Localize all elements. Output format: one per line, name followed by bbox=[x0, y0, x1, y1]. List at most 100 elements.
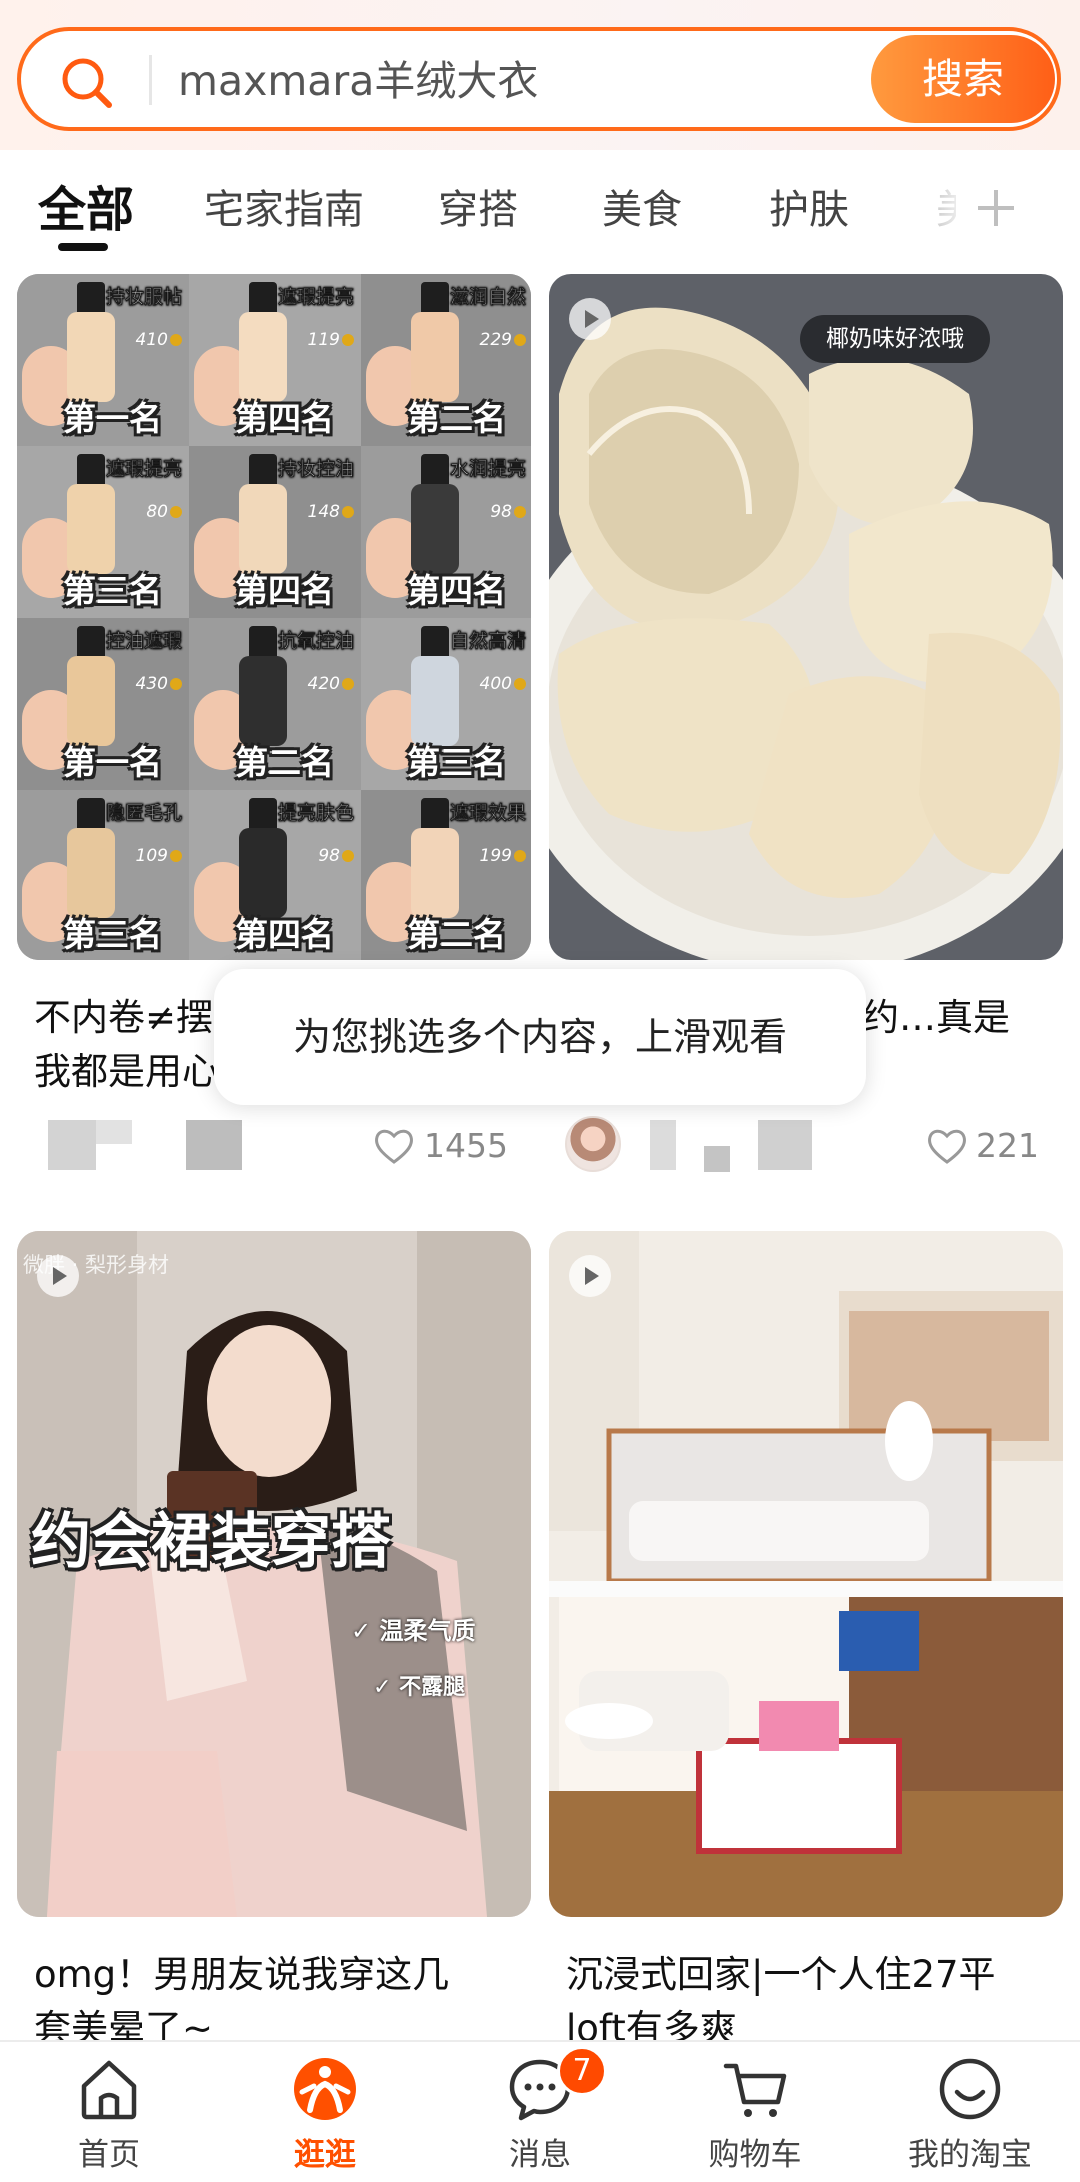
foundation-bottle bbox=[239, 484, 287, 574]
foundation-cell: 持妆控油 148 第四名 bbox=[189, 446, 362, 618]
card-title[interactable]: omg！男朋友说我穿这几 bbox=[34, 1948, 524, 2002]
price: 410 bbox=[135, 330, 168, 350]
feature-tag: 持妆服帖 bbox=[105, 286, 182, 308]
card-title[interactable]: 不内卷≠摆 bbox=[34, 991, 214, 1045]
date-outfit-image[interactable]: 微胖 · 梨形身材 约会裙装穿搭 ✓ 温柔气质 ✓ 不露腿 bbox=[17, 1231, 531, 1917]
tab-home-guide[interactable]: 宅家指南 bbox=[204, 180, 364, 240]
price: 109 bbox=[135, 846, 168, 866]
tab-all[interactable]: 全部 bbox=[38, 180, 134, 240]
price: 229 bbox=[479, 330, 512, 350]
nav-home[interactable]: 首页 bbox=[24, 2042, 194, 2182]
foundation-cell: 抗氧控油 420 第二名 bbox=[189, 618, 362, 790]
bottle-cap bbox=[421, 798, 449, 832]
search-bar[interactable]: maxmara羊绒大衣 搜索 bbox=[17, 27, 1061, 131]
check-item-gentle: ✓ 温柔气质 bbox=[351, 1617, 476, 1645]
add-tab-icon[interactable] bbox=[966, 178, 1026, 238]
price: 148 bbox=[307, 502, 340, 522]
price: 98 bbox=[490, 502, 512, 522]
coin-icon bbox=[342, 506, 354, 518]
coconut-rice-image[interactable]: 椰奶味好浓哦 bbox=[549, 274, 1063, 960]
price: 400 bbox=[479, 674, 512, 694]
coin-icon bbox=[514, 334, 526, 346]
bottom-nav: 首页 逛逛 7 消息 购物车 我的淘宝 bbox=[0, 2040, 1080, 2182]
bottle-cap bbox=[421, 626, 449, 660]
video-play-icon bbox=[569, 1255, 611, 1297]
bottle-cap bbox=[421, 454, 449, 488]
foundation-cell: 遮瑕提亮 119 第四名 bbox=[189, 274, 362, 446]
check-item-no-legs: ✓ 不露腿 bbox=[373, 1675, 466, 1700]
feature-tag: 水润提亮 bbox=[449, 458, 526, 480]
rank-label: 第二名 bbox=[407, 399, 506, 438]
foundation-cell: 控油遮瑕 430 第一名 bbox=[17, 618, 190, 790]
search-button[interactable]: 搜索 bbox=[871, 35, 1055, 123]
heart-icon[interactable] bbox=[926, 1126, 968, 1166]
author-name-blurred bbox=[186, 1120, 242, 1170]
card-title[interactable]: 沉浸式回家|一个人住27平 bbox=[566, 1948, 1056, 2002]
coin-icon bbox=[342, 850, 354, 862]
foundation-bottle bbox=[411, 656, 459, 746]
rank-label: 第一名 bbox=[63, 399, 162, 438]
author-name-blurred bbox=[96, 1120, 132, 1144]
feature-tag: 遮瑕效果 bbox=[449, 802, 526, 824]
foundation-cell: 遮瑕提亮 80 第三名 bbox=[17, 446, 190, 618]
author-name-blurred bbox=[758, 1120, 812, 1170]
rank-label: 第四名 bbox=[235, 915, 334, 954]
nav-label: 我的淘宝 bbox=[908, 2137, 1032, 2173]
coin-icon bbox=[514, 850, 526, 862]
feature-tag: 遮瑕提亮 bbox=[277, 286, 354, 308]
rank-label: 第二名 bbox=[407, 915, 506, 954]
feature-tag: 抗氧控油 bbox=[277, 630, 354, 652]
video-play-icon bbox=[37, 1255, 79, 1297]
foundation-bottle bbox=[67, 484, 115, 574]
guangguang-icon bbox=[294, 2058, 356, 2120]
nav-cart[interactable]: 购物车 bbox=[670, 2042, 840, 2182]
foundation-cell: 自然高清 400 第三名 bbox=[361, 618, 531, 790]
feature-tag: 滋润自然 bbox=[449, 286, 526, 308]
active-tab-indicator bbox=[58, 243, 108, 251]
bottle-cap bbox=[77, 798, 105, 832]
foundation-cell: 持妆服帖 410 第一名 bbox=[17, 274, 190, 446]
card-title-line2[interactable]: 我都是用心 bbox=[34, 1045, 214, 1099]
feature-tag: 控油遮瑕 bbox=[105, 630, 182, 652]
card-title[interactable]: 约…真是 bbox=[862, 991, 1062, 1045]
loft-room-image[interactable] bbox=[549, 1231, 1063, 1917]
foundation-bottle bbox=[239, 656, 287, 746]
heart-icon[interactable] bbox=[373, 1126, 415, 1166]
card-title-line2[interactable]: loft有多爽 bbox=[566, 2002, 1056, 2040]
foundation-bottle bbox=[411, 484, 459, 574]
tab-outfit[interactable]: 穿搭 bbox=[438, 180, 518, 240]
bottle-cap bbox=[249, 626, 277, 660]
price: 420 bbox=[307, 674, 340, 694]
coin-icon bbox=[170, 678, 182, 690]
unread-badge: 7 bbox=[557, 2046, 607, 2096]
rank-label: 第四名 bbox=[407, 571, 506, 610]
nav-label: 消息 bbox=[509, 2137, 571, 2173]
nav-messages[interactable]: 7 消息 bbox=[455, 2042, 625, 2182]
tab-skincare[interactable]: 护肤 bbox=[769, 180, 849, 240]
author-avatar[interactable] bbox=[565, 1116, 621, 1172]
profile-icon bbox=[939, 2058, 1001, 2120]
caption-bubble: 椰奶味好浓哦 bbox=[800, 315, 990, 363]
rank-label: 第二名 bbox=[235, 743, 334, 782]
bottle-cap bbox=[77, 626, 105, 660]
search-icon bbox=[62, 58, 112, 108]
coin-icon bbox=[170, 506, 182, 518]
bottle-cap bbox=[77, 454, 105, 488]
like-count: 1455 bbox=[424, 1126, 508, 1165]
feature-tag: 提亮肤色 bbox=[277, 802, 354, 824]
coconut-rice-illustration bbox=[549, 307, 1063, 960]
tab-food[interactable]: 美食 bbox=[602, 180, 682, 240]
author-avatar-blurred[interactable] bbox=[48, 1120, 96, 1170]
card-title-line2[interactable]: 套美晕了~ bbox=[34, 2002, 524, 2040]
foundation-ranking-image[interactable]: 持妆服帖 410 第一名 遮瑕提亮 119 第四名 滋润自然 229 第二名 遮瑕提亮 80 第三名持… bbox=[17, 274, 531, 960]
foundation-bottle bbox=[411, 312, 459, 402]
foundation-cell: 遮瑕效果 199 第二名 bbox=[361, 790, 531, 960]
home-icon bbox=[81, 2060, 137, 2120]
search-input[interactable]: maxmara羊绒大衣 bbox=[178, 49, 538, 113]
feature-tag: 遮瑕提亮 bbox=[105, 458, 182, 480]
nav-my-taobao[interactable]: 我的淘宝 bbox=[885, 2042, 1055, 2182]
foundation-cell: 隐匿毛孔 109 第三名 bbox=[17, 790, 190, 960]
rank-label: 第三名 bbox=[63, 915, 162, 954]
author-name-blurred bbox=[650, 1120, 676, 1170]
nav-guangguang[interactable]: 逛逛 bbox=[240, 2042, 410, 2182]
